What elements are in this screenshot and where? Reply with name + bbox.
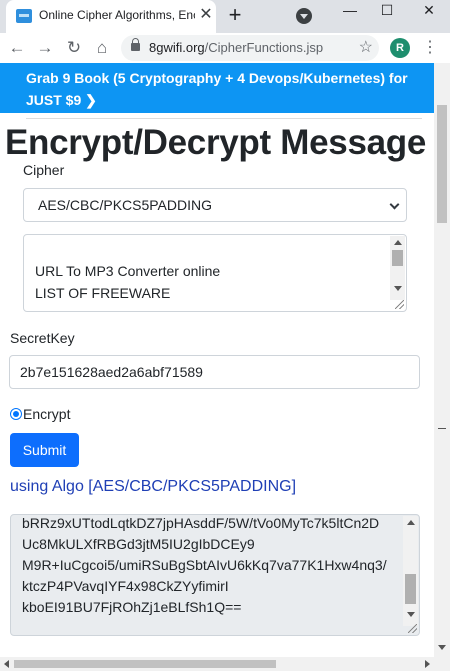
scroll-thumb[interactable] [405, 574, 416, 604]
secret-key-input[interactable]: 2b7e151628aed2a6abf71589 [9, 355, 420, 389]
maximize-button[interactable]: ☐ [372, 0, 402, 20]
tab-search-icon[interactable] [296, 8, 312, 24]
window-close-button[interactable]: ✕ [414, 0, 444, 20]
url-domain: 8gwifi.org [149, 40, 205, 55]
output-textarea[interactable]: bRRz9xUTtodLqtkDZ7jpHAsddF/5W/tVo0MyTc7k… [10, 514, 420, 636]
tab-close-icon[interactable]: ✕ [196, 5, 216, 25]
forward-arrow-icon[interactable]: → [34, 37, 56, 59]
page-title: Encrypt/Decrypt Message [5, 123, 427, 162]
cipher-label: Cipher [23, 162, 65, 178]
site-favicon-icon [16, 9, 32, 23]
output-line: bRRz9xUTtodLqtkDZ7jpHAsddF/5W/tVo0MyTc7k… [22, 515, 380, 531]
divider [26, 118, 422, 119]
resize-grip-icon[interactable] [395, 300, 404, 309]
message-scrollbar[interactable] [390, 236, 405, 300]
chevron-down-icon [389, 199, 400, 210]
scroll-right-icon[interactable] [425, 660, 430, 668]
horizontal-scroll-thumb[interactable] [14, 660, 276, 668]
scroll-up-icon[interactable] [394, 240, 402, 245]
page-scroll-thumb[interactable] [437, 105, 447, 223]
output-line: ktczP4PVavqIYF4x98CkZYyfimirI [22, 578, 229, 594]
message-line: LIST OF FREEWARE [35, 285, 171, 301]
url-path: /CipherFunctions.jsp [204, 40, 324, 55]
scroll-up-icon[interactable] [407, 520, 415, 525]
cipher-selected-value: AES/CBC/PKCS5PADDING [38, 197, 213, 213]
page-viewport: Grab 9 Book (5 Cryptography + 4 Devops/K… [0, 63, 434, 657]
page-vertical-scrollbar[interactable] [434, 63, 450, 657]
secret-key-label: SecretKey [10, 330, 75, 346]
encrypt-radio[interactable] [10, 408, 22, 420]
scroll-down-icon[interactable] [407, 612, 415, 617]
encrypt-label[interactable]: Encrypt [23, 406, 70, 422]
reload-icon[interactable]: ↻ [63, 37, 85, 59]
scroll-thumb[interactable] [392, 250, 403, 266]
promo-banner[interactable]: Grab 9 Book (5 Cryptography + 4 Devops/K… [0, 63, 434, 113]
promo-banner-line2[interactable]: JUST $9 ❯ [26, 91, 97, 110]
scroll-marker [438, 428, 446, 429]
browser-menu-icon[interactable]: ⋮ [422, 37, 438, 59]
address-bar[interactable]: 8gwifi.org/CipherFunctions.jsp ☆ [121, 35, 379, 61]
resize-grip-icon[interactable] [408, 624, 417, 633]
message-textarea[interactable]: URL To MP3 Converter online LIST OF FREE… [23, 234, 407, 312]
scroll-down-icon[interactable] [438, 645, 446, 650]
home-icon[interactable]: ⌂ [91, 37, 113, 59]
promo-banner-line1: Grab 9 Book (5 Cryptography + 4 Devops/K… [26, 70, 408, 86]
profile-avatar[interactable]: R [390, 38, 410, 58]
output-scrollbar[interactable] [403, 516, 418, 626]
tab-strip: Online Cipher Algorithms, Encry ✕ + — ☐ … [0, 0, 450, 33]
browser-window: Online Cipher Algorithms, Encry ✕ + — ☐ … [0, 0, 450, 671]
new-tab-button[interactable]: + [224, 3, 246, 27]
tab-title: Online Cipher Algorithms, Encry [39, 8, 195, 22]
minimize-button[interactable]: — [335, 0, 365, 20]
submit-button[interactable]: Submit [10, 433, 79, 467]
lock-icon[interactable] [131, 38, 140, 51]
page-horizontal-scrollbar[interactable] [0, 657, 450, 671]
browser-tab[interactable]: Online Cipher Algorithms, Encry ✕ [6, 0, 216, 33]
algorithm-info: using Algo [AES/CBC/PKCS5PADDING] [10, 478, 297, 495]
cipher-select[interactable]: AES/CBC/PKCS5PADDING [23, 188, 407, 222]
browser-toolbar: ← → ↻ ⌂ 8gwifi.org/CipherFunctions.jsp ☆… [0, 33, 450, 63]
output-line: Uc8MkULXfRBGd3jtM5IU2gIbDCEy9 [22, 536, 255, 552]
back-arrow-icon[interactable]: ← [6, 37, 28, 59]
bookmark-star-icon[interactable]: ☆ [359, 38, 373, 58]
output-line: kboEI91BU7FjROhZj1eBLfSh1Q== [22, 599, 242, 615]
scroll-down-icon[interactable] [394, 286, 402, 291]
message-line: URL To MP3 Converter online [35, 263, 221, 279]
output-line: M9R+IuCgcoi5/umiRSuBgSbtAIvU6kKq7va77K1H… [22, 557, 387, 573]
scroll-left-icon[interactable] [4, 660, 9, 668]
url-text[interactable]: 8gwifi.org/CipherFunctions.jsp [149, 40, 323, 55]
